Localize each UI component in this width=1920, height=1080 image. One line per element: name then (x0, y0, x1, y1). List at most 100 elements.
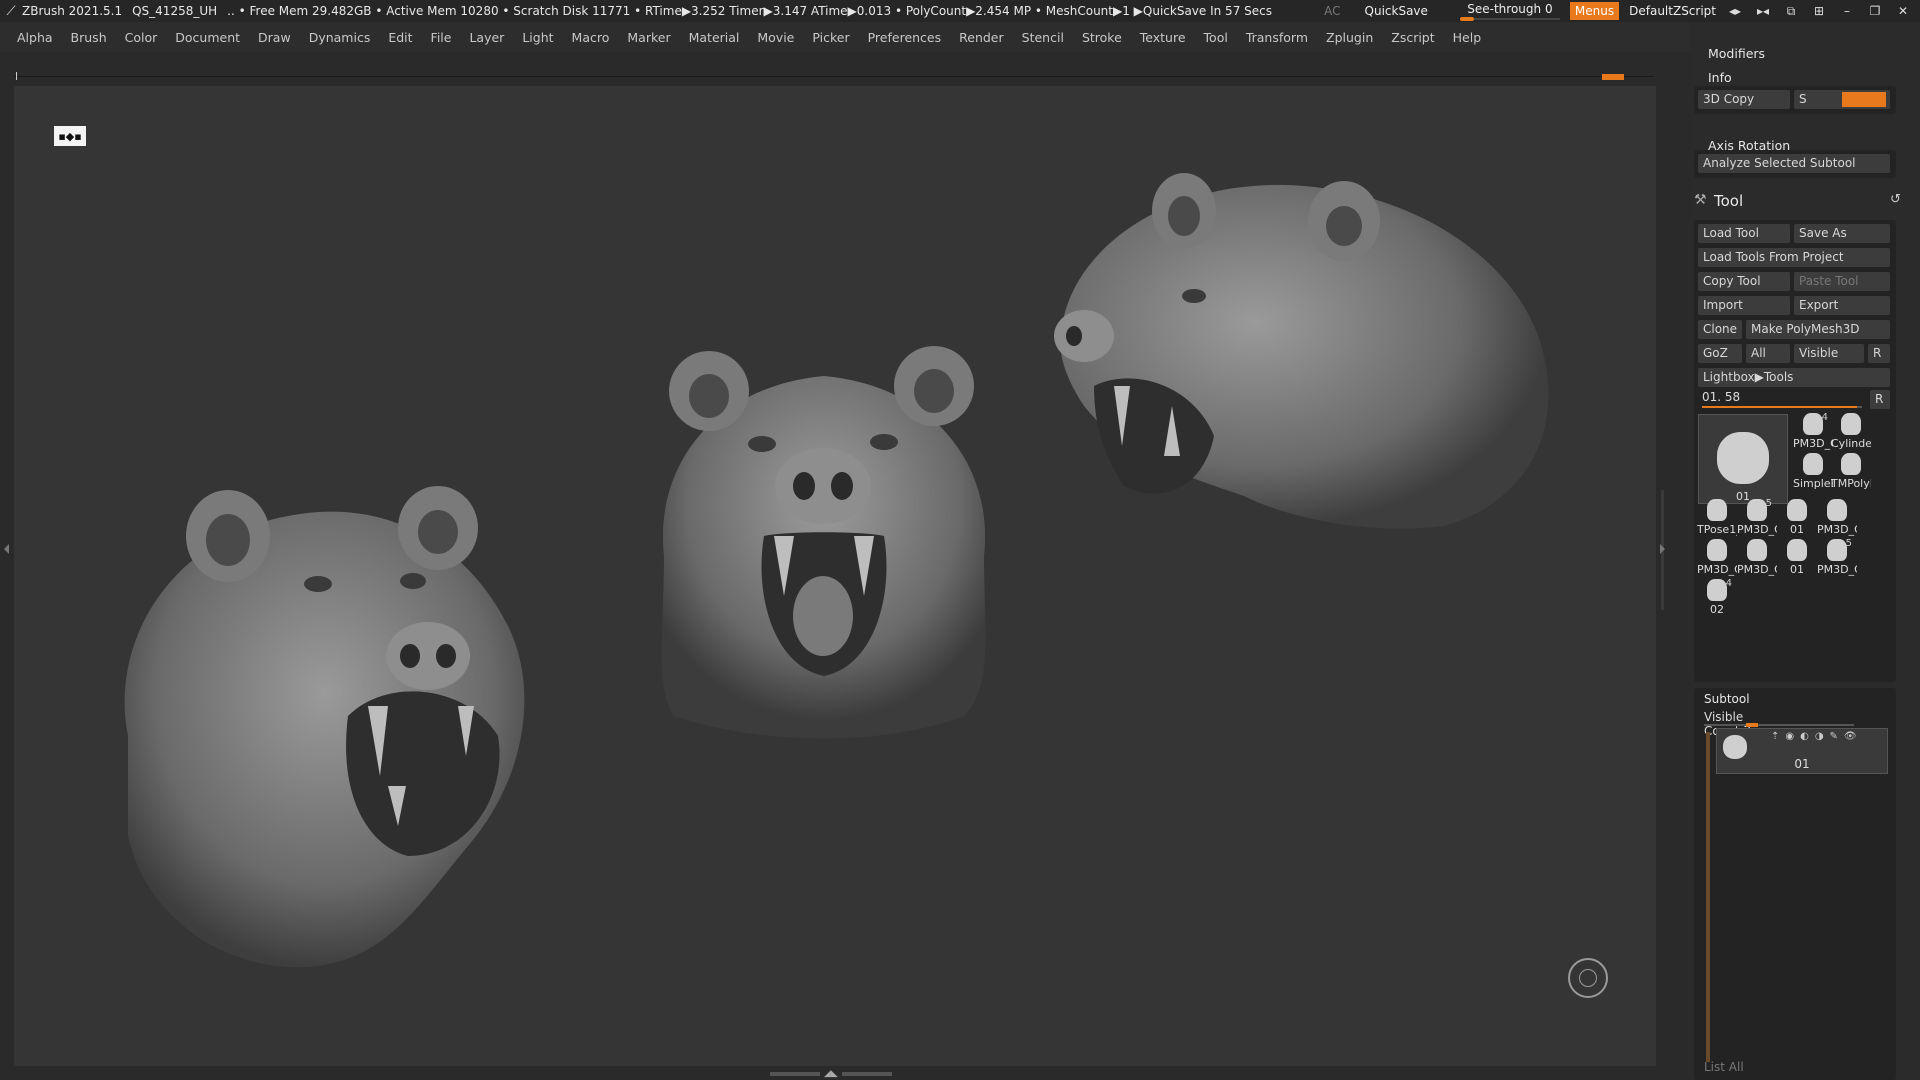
menu-help[interactable]: Help (1444, 30, 1491, 45)
see-through-knob[interactable] (1459, 17, 1474, 21)
analyze-subtool-button[interactable]: Analyze Selected Subtool (1698, 154, 1890, 173)
bottom-tray-handle[interactable]: ◢◣ (770, 1068, 900, 1080)
tool-thumb-image (1707, 579, 1727, 601)
tool-thumb-image (1803, 453, 1823, 475)
goz-visible-button[interactable]: Visible (1794, 344, 1864, 363)
menu-zscript[interactable]: Zscript (1382, 30, 1443, 45)
tool-thumb-5[interactable]: 5 PM3D_C (1737, 498, 1777, 536)
hammer-icon: ⚒ (1694, 192, 1707, 208)
lightbox-tools-button[interactable]: Lightbox▶Tools (1698, 368, 1890, 387)
view-navigation-gizmo[interactable] (1568, 958, 1608, 998)
tray-left-icon[interactable]: ◂▸ (1726, 4, 1744, 18)
tool-thumb-label: 01 (1790, 523, 1804, 536)
menu-stroke[interactable]: Stroke (1073, 30, 1131, 45)
ac-button[interactable]: AC (1324, 4, 1340, 18)
right-tray-handle[interactable] (1656, 480, 1668, 620)
tool-thumb-6[interactable]: 01 (1778, 498, 1816, 536)
tool-thumb-3[interactable]: TMPolyM (1831, 452, 1871, 490)
export-button[interactable]: Export (1794, 296, 1890, 315)
tool-thumb-1[interactable]: Cylinder (1831, 412, 1871, 450)
visible-count-slider[interactable]: Visible Count 7 (1704, 710, 1854, 738)
tool-thumb-9[interactable]: PM3D_C (1737, 538, 1777, 576)
s-value-fill[interactable] (1842, 92, 1886, 107)
3d-copy-button[interactable]: 3D Copy (1698, 90, 1790, 109)
subtool-scrollbar[interactable] (1706, 732, 1710, 1062)
menu-color[interactable]: Color (116, 30, 167, 45)
tool-thumb-10[interactable]: 01 (1778, 538, 1816, 576)
tool-slider-r-button[interactable]: R (1870, 390, 1890, 409)
menus-toggle-button[interactable]: Menus (1569, 2, 1620, 20)
restore-icon[interactable]: ❐ (1866, 4, 1884, 18)
list-all-button[interactable]: List All (1704, 1060, 1744, 1074)
s-field[interactable]: S (1794, 90, 1890, 109)
menu-tool[interactable]: Tool (1195, 30, 1237, 45)
tool-thumb-12[interactable]: 4 02 (1698, 578, 1736, 616)
menu-stencil[interactable]: Stencil (1013, 30, 1073, 45)
tool-thumb-2[interactable]: SimpleB (1793, 452, 1833, 490)
tool-thumb-8[interactable]: PM3D_C (1697, 538, 1737, 576)
tool-thumb-7[interactable]: PM3D_C (1817, 498, 1857, 536)
goz-r-button[interactable]: R (1868, 344, 1890, 363)
window-swap-icon[interactable]: ⊞ (1810, 4, 1828, 18)
menu-macro[interactable]: Macro (563, 30, 619, 45)
menu-marker[interactable]: Marker (618, 30, 679, 45)
tool-slider-fill (1702, 406, 1858, 408)
reset-icon[interactable]: ↺ (1890, 192, 1901, 207)
tool-palette-title[interactable]: Tool (1714, 192, 1743, 210)
tool-thumb-image (1841, 413, 1861, 435)
load-tools-from-project-button[interactable]: Load Tools From Project (1698, 248, 1890, 267)
menu-render[interactable]: Render (950, 30, 1013, 45)
save-as-button[interactable]: Save As (1794, 224, 1890, 243)
menu-file[interactable]: File (422, 30, 461, 45)
tray-right-icon[interactable]: ▸◂ (1754, 4, 1772, 18)
document-icon[interactable]: ▪◆▪ (54, 126, 86, 146)
menu-picker[interactable]: Picker (803, 30, 858, 45)
menu-document[interactable]: Document (166, 30, 249, 45)
subtool-title[interactable]: Subtool (1704, 692, 1750, 706)
active-tool-thumb-image (1717, 432, 1769, 484)
subtool-item[interactable]: ⇡◉◐◑✎👁 01 (1716, 728, 1888, 774)
tool-thumb-0[interactable]: 4 PM3D_C (1793, 412, 1833, 450)
document-canvas[interactable]: ▪◆▪ (14, 86, 1656, 1066)
tool-slider[interactable]: 01. 58 (1702, 390, 1892, 408)
menu-texture[interactable]: Texture (1131, 30, 1195, 45)
tool-thumb-11[interactable]: 5 PM3D_C (1817, 538, 1857, 576)
subtool-item-thumb (1723, 735, 1747, 759)
menu-brush[interactable]: Brush (62, 30, 116, 45)
see-through-slider[interactable]: See-through 0 (1459, 2, 1560, 21)
timeline-marker[interactable] (1602, 74, 1624, 80)
goz-button[interactable]: GoZ (1698, 344, 1742, 363)
minimize-icon[interactable]: – (1838, 4, 1856, 18)
left-tray-handle[interactable] (0, 480, 10, 620)
tool-thumb-image (1747, 499, 1767, 521)
menu-zplugin[interactable]: Zplugin (1317, 30, 1382, 45)
layout-icon[interactable]: ⧉ (1782, 4, 1800, 19)
menu-alpha[interactable]: Alpha (8, 30, 62, 45)
menu-movie[interactable]: Movie (748, 30, 803, 45)
menu-edit[interactable]: Edit (379, 30, 421, 45)
menu-dynamics[interactable]: Dynamics (300, 30, 380, 45)
default-zscript-button[interactable]: DefaultZScript (1629, 4, 1716, 18)
menu-layer[interactable]: Layer (460, 30, 513, 45)
menu-preferences[interactable]: Preferences (859, 30, 951, 45)
timeline-ruler[interactable] (14, 72, 1654, 82)
modifiers-header[interactable]: Modifiers (1690, 42, 1765, 66)
make-polymesh3d-button[interactable]: Make PolyMesh3D (1746, 320, 1890, 339)
load-tool-button[interactable]: Load Tool (1698, 224, 1790, 243)
menu-transform[interactable]: Transform (1237, 30, 1317, 45)
menu-light[interactable]: Light (513, 30, 562, 45)
menu-material[interactable]: Material (680, 30, 749, 45)
zbrush-logo-icon: ⟋ (6, 3, 16, 19)
copy-tool-button[interactable]: Copy Tool (1698, 272, 1790, 291)
quicksave-button[interactable]: QuickSave (1365, 4, 1428, 18)
paste-tool-button[interactable]: Paste Tool (1794, 272, 1890, 291)
clone-button[interactable]: Clone (1698, 320, 1742, 339)
subtool-item-icons[interactable]: ⇡◉◐◑✎👁 (1771, 731, 1863, 742)
visible-count-knob[interactable] (1746, 723, 1758, 727)
active-tool-thumb[interactable]: 01 (1698, 414, 1788, 504)
close-icon[interactable]: ✕ (1894, 4, 1912, 18)
import-button[interactable]: Import (1698, 296, 1790, 315)
tool-thumb-4[interactable]: TPose1_ (1697, 498, 1737, 536)
goz-all-button[interactable]: All (1746, 344, 1790, 363)
menu-draw[interactable]: Draw (249, 30, 300, 45)
